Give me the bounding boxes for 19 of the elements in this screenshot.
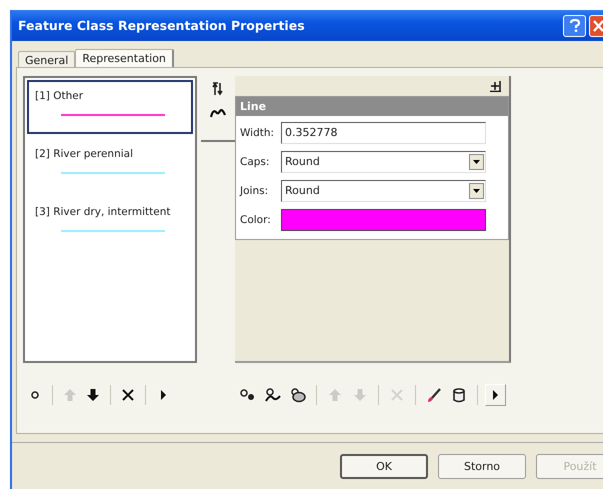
ok-button[interactable]: OK xyxy=(340,454,428,478)
tab[interactable]: General xyxy=(18,51,76,67)
dropdown[interactable]: Round xyxy=(281,180,486,202)
rule-label: [3] River dry, intermittent xyxy=(35,206,172,218)
tab[interactable]: Representation xyxy=(75,49,174,67)
property-label: Joins: xyxy=(240,184,270,196)
rule-label: [1] Other xyxy=(35,90,84,102)
rule-item[interactable]: [1] Other xyxy=(27,80,193,134)
property-label: Color: xyxy=(240,214,272,226)
window-title: Feature Class Representation Properties xyxy=(18,18,306,33)
width-field[interactable]: 0.352778 xyxy=(281,122,486,144)
cancel-button[interactable]: Storno xyxy=(438,454,526,478)
layer-header: Line xyxy=(236,97,508,116)
property-label: Width: xyxy=(240,126,276,138)
rule-item[interactable]: [2] River perennial xyxy=(27,138,193,192)
rule-item[interactable]: [3] River dry, intermittent xyxy=(27,196,193,250)
property-label: Caps: xyxy=(240,156,270,168)
rule-label: [2] River perennial xyxy=(35,148,134,160)
dropdown[interactable]: Round xyxy=(281,150,486,172)
